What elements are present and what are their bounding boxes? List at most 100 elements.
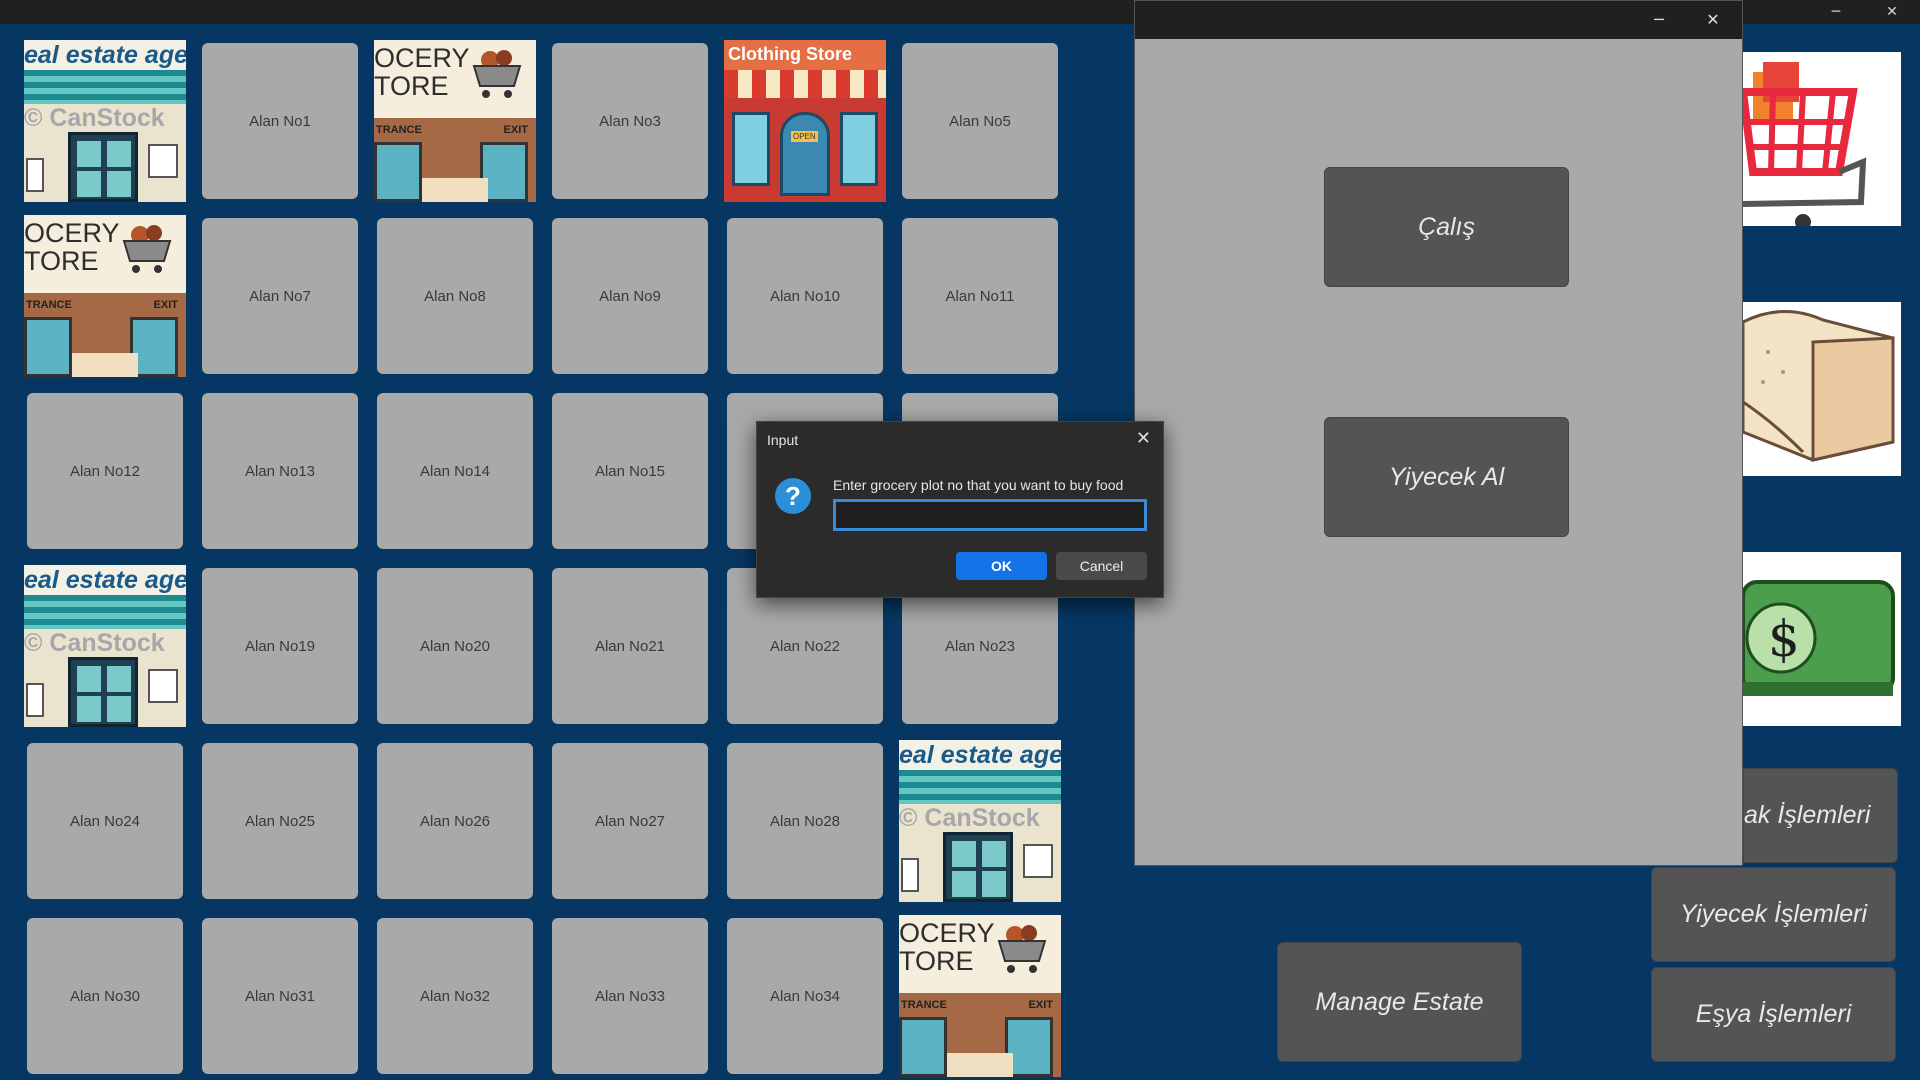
plot-button[interactable]: Alan No7 <box>202 218 358 374</box>
action-window-titlebar: ─ ✕ <box>1135 1 1742 39</box>
house-sign <box>148 669 178 703</box>
watermark: © CanStock <box>24 104 165 132</box>
window-close-button[interactable]: ✕ <box>1686 1 1740 39</box>
awning <box>24 70 186 104</box>
plot-number-input[interactable] <box>833 499 1147 531</box>
item-operations-button[interactable]: Eşya İşlemleri <box>1651 967 1896 1062</box>
shopping-cart-image[interactable] <box>1743 52 1901 226</box>
shop-window <box>840 112 878 186</box>
minimize-icon: ─ <box>1654 10 1664 29</box>
bread-image[interactable] <box>1743 302 1901 476</box>
shop-door: OPEN <box>780 112 830 196</box>
main-close-button[interactable]: ✕ <box>1870 0 1914 24</box>
plot-button[interactable]: Alan No28 <box>727 743 883 899</box>
manage-estate-button[interactable]: Manage Estate <box>1277 942 1522 1062</box>
grocery-cart-icon <box>997 925 1047 973</box>
exit-label: EXIT <box>153 299 178 311</box>
awning <box>24 595 186 629</box>
grocery-cart-icon <box>122 225 172 273</box>
real-estate-banner: eal estate agen <box>899 740 1061 770</box>
plot-button[interactable]: Alan No21 <box>552 568 708 724</box>
house-sign <box>26 683 44 717</box>
action-window: ─ ✕ Çalış Yiyecek Al <box>1134 0 1743 866</box>
building-door <box>943 832 1013 902</box>
input-dialog: Input ✕ ? Enter grocery plot no that you… <box>756 421 1164 598</box>
real-estate-plot[interactable]: eal estate agen © CanStock <box>24 565 186 727</box>
plot-button[interactable]: Alan No5 <box>902 43 1058 199</box>
real-estate-plot[interactable]: eal estate agen © CanStock <box>899 740 1061 902</box>
entrance-door <box>24 317 72 377</box>
main-minimize-button[interactable]: ─ <box>1814 0 1858 24</box>
window-minimize-button[interactable]: ─ <box>1632 1 1686 39</box>
money-icon: $ <box>1743 580 1895 696</box>
plot-button[interactable]: Alan No20 <box>377 568 533 724</box>
plot-button[interactable]: Alan No24 <box>27 743 183 899</box>
house-sign <box>901 858 919 892</box>
plot-button[interactable]: Alan No34 <box>727 918 883 1074</box>
buy-food-button[interactable]: Yiyecek Al <box>1324 417 1569 537</box>
dialog-title: Input <box>767 432 799 448</box>
close-icon: ✕ <box>1135 428 1151 449</box>
plot-button[interactable]: Alan No9 <box>552 218 708 374</box>
grocery-plot[interactable]: OCERY TORE TRANCE EXIT <box>899 915 1061 1077</box>
plot-button[interactable]: Alan No31 <box>202 918 358 1074</box>
exit-label: EXIT <box>1028 999 1053 1011</box>
food-operations-button[interactable]: Yiyecek İşlemleri <box>1651 867 1896 962</box>
plot-button[interactable]: Alan No11 <box>902 218 1058 374</box>
plot-button[interactable]: Alan No26 <box>377 743 533 899</box>
plot-button[interactable]: Alan No13 <box>202 393 358 549</box>
plot-button[interactable]: Alan No27 <box>552 743 708 899</box>
plot-button[interactable]: Alan No3 <box>552 43 708 199</box>
plot-button[interactable]: Alan No19 <box>202 568 358 724</box>
plot-button[interactable]: Alan No30 <box>27 918 183 1074</box>
grocery-cart-icon <box>472 50 522 98</box>
building-door <box>68 132 138 202</box>
close-icon: ✕ <box>1706 10 1720 29</box>
watermark: © CanStock <box>899 804 1040 832</box>
clothing-store-plot[interactable]: Clothing Store OPEN <box>724 40 886 202</box>
floor <box>72 353 138 377</box>
real-estate-banner: eal estate agen <box>24 40 186 70</box>
shop-window <box>732 112 770 186</box>
money-image[interactable]: $ <box>1743 552 1901 726</box>
plot-button[interactable]: Alan No8 <box>377 218 533 374</box>
plot-button[interactable]: Alan No12 <box>27 393 183 549</box>
floor <box>947 1053 1013 1077</box>
bread-icon <box>1743 310 1895 462</box>
house-sign <box>148 144 178 178</box>
partial-operations-button[interactable]: ak İşlemleri <box>1743 768 1898 863</box>
floor <box>422 178 488 202</box>
entrance-label: TRANCE <box>26 299 72 311</box>
entrance-label: TRANCE <box>376 124 422 136</box>
dialog-message: Enter grocery plot no that you want to b… <box>833 477 1124 493</box>
plot-button[interactable]: Alan No14 <box>377 393 533 549</box>
plot-button[interactable]: Alan No10 <box>727 218 883 374</box>
grocery-plot[interactable]: OCERY TORE TRANCE EXIT <box>24 215 186 377</box>
shopping-cart-icon <box>1743 62 1867 226</box>
ok-button[interactable]: OK <box>956 552 1047 580</box>
cancel-button[interactable]: Cancel <box>1056 552 1147 580</box>
exit-label: EXIT <box>503 124 528 136</box>
partial-operations-label: ak İşlemleri <box>1744 801 1871 829</box>
entrance-door <box>899 1017 947 1077</box>
clothing-store-banner: Clothing Store <box>724 40 886 70</box>
grocery-plot[interactable]: OCERY TORE TRANCE EXIT <box>374 40 536 202</box>
building-door <box>68 657 138 727</box>
plot-button[interactable]: Alan No32 <box>377 918 533 1074</box>
real-estate-plot[interactable]: eal estate agen © CanStock <box>24 40 186 202</box>
real-estate-banner: eal estate agen <box>24 565 186 595</box>
awning <box>724 70 886 98</box>
open-sign: OPEN <box>791 131 818 142</box>
question-icon: ? <box>775 478 811 514</box>
plot-button[interactable]: Alan No33 <box>552 918 708 1074</box>
work-button[interactable]: Çalış <box>1324 167 1569 287</box>
plot-button[interactable]: Alan No15 <box>552 393 708 549</box>
awning <box>899 770 1061 804</box>
plot-button[interactable]: Alan No25 <box>202 743 358 899</box>
plot-button[interactable]: Alan No1 <box>202 43 358 199</box>
dialog-close-button[interactable]: ✕ <box>1136 428 1151 449</box>
entrance-door <box>374 142 422 202</box>
house-sign <box>1023 844 1053 878</box>
entrance-label: TRANCE <box>901 999 947 1011</box>
watermark: © CanStock <box>24 629 165 657</box>
